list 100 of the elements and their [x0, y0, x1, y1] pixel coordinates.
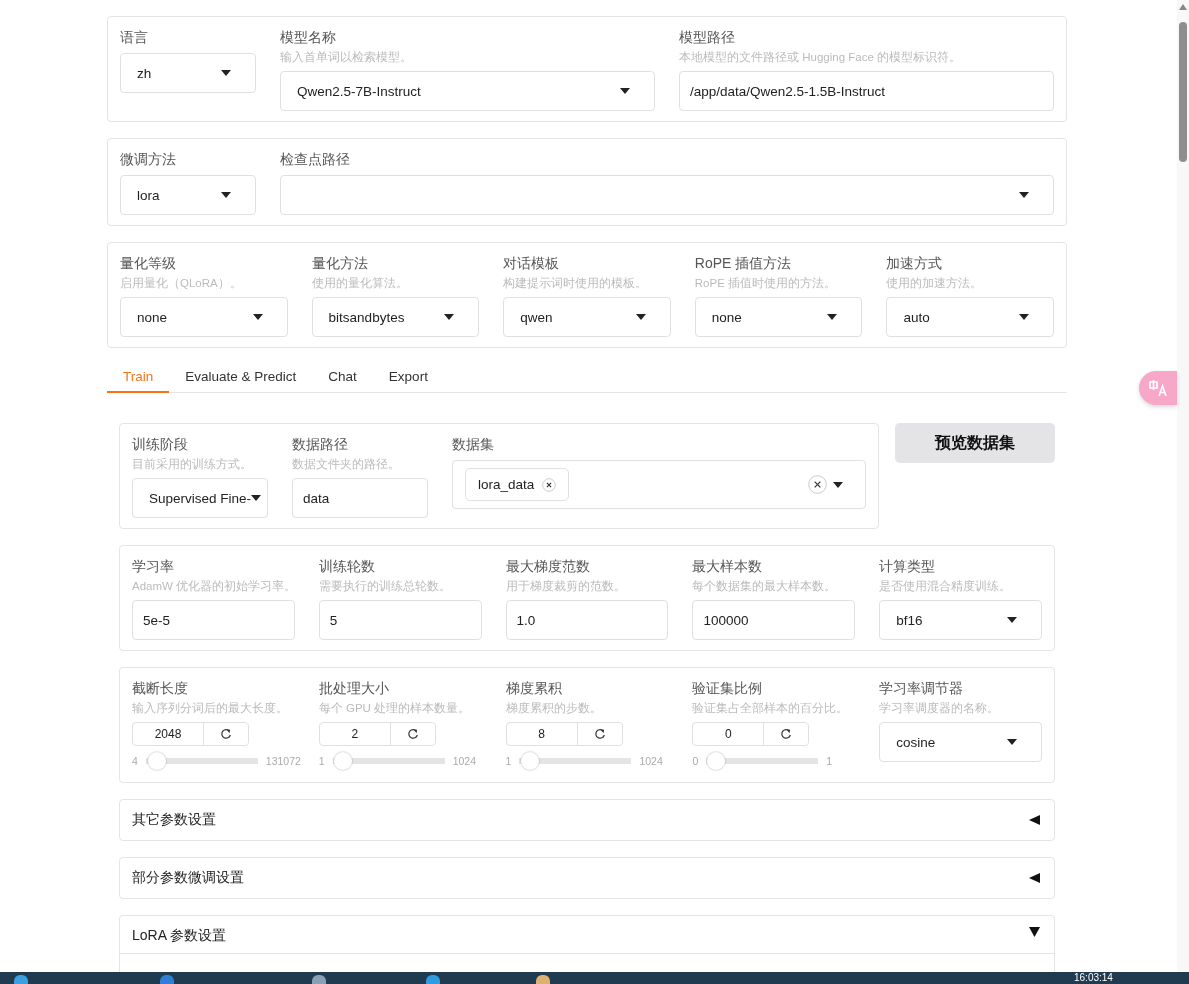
text-field[interactable]: 100000 — [692, 600, 856, 640]
field-hint: AdamW 优化器的初始学习率。 — [132, 579, 295, 594]
field-label: 语言 — [120, 28, 149, 47]
accordion-title: LoRA 参数设置 — [132, 927, 227, 945]
field-label: 计算类型 — [879, 557, 937, 576]
slider-min: 1 — [505, 755, 512, 767]
field-label: 最大梯度范数 — [505, 557, 591, 576]
slider-thumb[interactable] — [707, 752, 726, 770]
taskbar-icon[interactable] — [14, 975, 28, 984]
field-hint: 目前采用的训练方式。 — [132, 457, 253, 472]
tag-chip[interactable]: lora_data — [465, 468, 570, 501]
field-label: 训练阶段 — [132, 435, 189, 454]
field-hint: 输入首单词以检索模型。 — [280, 50, 413, 65]
caret-icon — [1007, 617, 1017, 623]
reset-icon — [406, 728, 419, 740]
accordion-header[interactable]: 部分参数微调设置 — [119, 857, 1055, 899]
field-hint: 是否使用混合精度训练。 — [879, 579, 1013, 594]
field-label: 模型路径 — [679, 28, 736, 47]
dropdown[interactable]: auto — [886, 297, 1054, 337]
translate-icon — [1149, 380, 1167, 396]
field-label: 量化等级 — [120, 254, 177, 273]
caret-icon — [833, 481, 843, 488]
text-field[interactable]: /app/data/Qwen2.5-1.5B-Instruct — [679, 71, 1054, 111]
dropdown[interactable]: Qwen2.5-7B-Instruct — [280, 71, 655, 111]
field-label: RoPE 插值方法 — [694, 254, 793, 273]
taskbar-icon[interactable] — [536, 975, 550, 984]
field-label: 截断长度 — [132, 679, 189, 698]
field-hint: 验证集占全部样本的百分比。 — [692, 701, 850, 716]
reset-icon — [220, 728, 232, 740]
accordion-title: 部分参数微调设置 — [132, 869, 244, 887]
slider-thumb[interactable] — [333, 752, 352, 770]
dropdown[interactable]: none — [694, 297, 863, 337]
field-label: 检查点路径 — [280, 150, 351, 169]
field-label: 数据集 — [452, 435, 495, 454]
field-hint: 梯度累积的步数。 — [505, 701, 603, 716]
preview-dataset-button[interactable]: 预览数据集 — [895, 423, 1055, 463]
clear-icon[interactable] — [808, 475, 827, 494]
accordion-header[interactable]: 其它参数设置 — [119, 799, 1055, 841]
field-hint: 使用的量化算法。 — [311, 276, 409, 291]
caret-icon — [1019, 192, 1029, 198]
field-hint: 本地模型的文件路径或 Hugging Face 的模型标识符。 — [679, 50, 962, 65]
field-label: 学习率 — [132, 557, 175, 576]
dropdown[interactable]: lora — [120, 175, 256, 215]
field-hint: 每个数据集的最大样本数。 — [692, 579, 838, 594]
field-label: 训练轮数 — [318, 557, 376, 576]
caret-icon — [635, 314, 646, 320]
reset-icon — [780, 728, 793, 740]
field-hint: 用于梯度裁剪的范数。 — [505, 579, 627, 594]
accordion-title: 其它参数设置 — [132, 811, 216, 829]
text-field[interactable]: 5e-5 — [132, 600, 295, 640]
text-field[interactable]: 1.0 — [505, 600, 669, 640]
taskbar-icon[interactable] — [426, 975, 440, 984]
field-label: 学习率调节器 — [879, 679, 965, 698]
caret-icon — [1019, 314, 1029, 320]
multiselect-field[interactable]: lora_data — [452, 460, 866, 509]
caret-icon — [620, 88, 630, 94]
tab[interactable]: Export — [372, 362, 444, 393]
field-hint: 使用的加速方法。 — [886, 276, 984, 291]
remove-icon[interactable] — [542, 477, 557, 492]
slider-thumb[interactable] — [521, 752, 540, 770]
taskbar-icon[interactable] — [312, 975, 326, 984]
taskbar-icon[interactable] — [160, 975, 174, 984]
slider-max: 131072 — [265, 755, 301, 767]
slider-max: 1024 — [452, 755, 476, 767]
dropdown[interactable]: bitsandbytes — [311, 297, 480, 337]
field-hint: 构建提示词时使用的模板。 — [503, 276, 649, 291]
dropdown[interactable]: bf16 — [879, 600, 1042, 640]
reset-icon — [593, 728, 606, 740]
field-label: 梯度累积 — [505, 679, 563, 698]
field-hint: 数据文件夹的路径。 — [292, 457, 401, 472]
dropdown[interactable]: none — [120, 297, 288, 337]
caret-icon — [221, 192, 231, 198]
dropdown[interactable]: cosine — [879, 722, 1042, 762]
clock: 16:03:14 — [1074, 972, 1113, 984]
field-label: 对话模板 — [503, 254, 561, 273]
tab[interactable]: Evaluate & Predict — [169, 362, 313, 393]
caret-icon — [251, 495, 262, 501]
dropdown[interactable]: Supervised Fine- — [132, 478, 268, 518]
field-label: 数据路径 — [292, 435, 349, 454]
scrollbar-thumb[interactable] — [1179, 22, 1187, 162]
translate-button[interactable] — [1139, 371, 1177, 405]
field-label: 验证集比例 — [692, 679, 764, 698]
field-hint: 需要执行的训练总轮数。 — [318, 579, 452, 594]
slider-min: 4 — [132, 755, 138, 767]
field-hint: 学习率调度器的名称。 — [879, 701, 1001, 716]
field-hint: 每个 GPU 处理的样本数量。 — [318, 701, 472, 716]
field-label: 批处理大小 — [318, 679, 390, 698]
slider-max: 1024 — [639, 755, 663, 767]
caret-icon — [252, 314, 263, 320]
slider-min: 1 — [318, 755, 325, 767]
scroll-up-icon[interactable] — [1179, 4, 1187, 10]
tab[interactable]: Chat — [312, 362, 373, 393]
text-field[interactable]: 5 — [318, 600, 482, 640]
dropdown[interactable]: zh — [120, 53, 256, 93]
text-field[interactable]: data — [292, 478, 428, 518]
dropdown[interactable]: qwen — [503, 297, 671, 337]
field-hint: 输入序列分词后的最大长度。 — [132, 701, 289, 716]
slider-min: 0 — [692, 755, 699, 767]
slider-thumb[interactable] — [148, 752, 167, 770]
slider-max: 1 — [826, 755, 833, 767]
